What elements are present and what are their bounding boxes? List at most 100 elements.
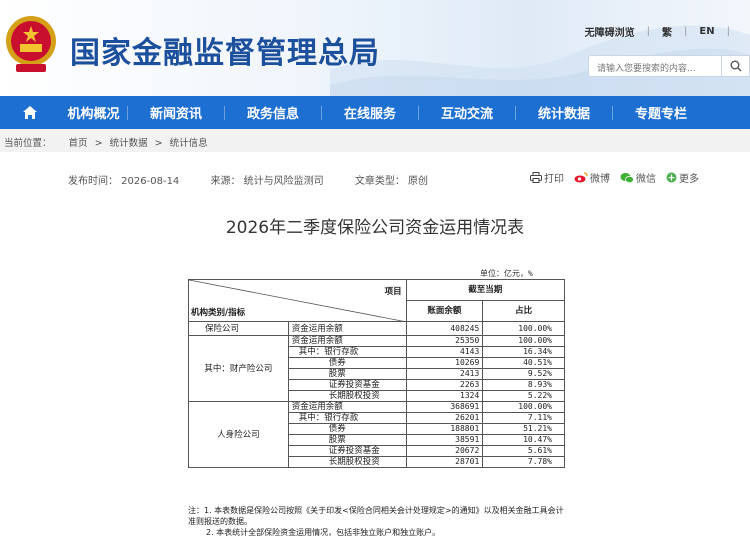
row-value: 25350 [405, 335, 484, 347]
search-icon [730, 60, 742, 72]
share-bar: 打印 微博 微信 更多 [530, 170, 699, 185]
category-property: 其中：财产险公司 [188, 335, 289, 402]
link-separator: | [726, 26, 730, 37]
site-title[interactable]: 国家金融监督管理总局 [70, 28, 380, 72]
row-share: 9.52% [482, 368, 565, 380]
top-links: 无障碍浏览 | 繁 | EN | [585, 24, 742, 39]
row-value: 1324 [405, 390, 484, 402]
breadcrumb-home[interactable]: 首页 [69, 138, 88, 149]
search-button[interactable] [722, 55, 750, 77]
breadcrumb-label: 当前位置： [4, 138, 52, 149]
nav-item-interaction[interactable]: 互动交流 [419, 103, 515, 122]
accessibility-link[interactable]: 无障碍浏览 [585, 24, 635, 39]
weibo-label: 微博 [590, 174, 610, 185]
row-share: 40.51% [482, 357, 565, 369]
link-separator: | [684, 26, 688, 37]
table-notes: 注：1. 本表数据是保险公司按照《关于印发<保险合同相关会计处理规定>的通知》以… [188, 505, 568, 538]
more-share-button[interactable]: 更多 [666, 170, 699, 185]
row-label: 其中：银行存款 [287, 412, 407, 424]
note-1: 注：1. 本表数据是保险公司按照《关于印发<保险合同相关会计处理规定>的通知》以… [188, 506, 564, 526]
row-value: 408245 [405, 321, 484, 336]
nav-item-news[interactable]: 新闻资讯 [128, 103, 224, 122]
home-button[interactable] [0, 105, 60, 120]
row-value: 26201 [405, 412, 484, 424]
row-value: 188801 [405, 423, 484, 435]
row-share: 5.22% [482, 390, 565, 402]
fund-utilization-table: 项目 机构类别/指标 截至当期 账面余额 占比 保险公司 资金运用余额 4082… [188, 279, 566, 468]
row-label: 债券 [287, 423, 407, 435]
row-share: 5.61% [482, 445, 565, 457]
header-item: 项目 [384, 287, 402, 297]
article-source: 来源： 统计与风险监测司 [210, 176, 324, 187]
weibo-icon [574, 172, 588, 183]
row-label: 其中：银行存款 [287, 346, 407, 358]
table-unit: 单位：亿元，% [480, 269, 533, 278]
national-emblem-icon [6, 16, 56, 72]
nav-item-topics[interactable]: 专题专栏 [613, 103, 709, 122]
traditional-chinese-link[interactable]: 繁 [662, 24, 672, 39]
row-value: 38591 [405, 434, 484, 446]
breadcrumb-statistics[interactable]: 统计数据 [110, 138, 148, 149]
english-link[interactable]: EN [699, 26, 714, 37]
main-nav: 机构概况 新闻资讯 政务信息 在线服务 互动交流 统计数据 专题专栏 [0, 96, 750, 129]
row-share: 16.34% [482, 346, 565, 358]
row-label: 债券 [287, 357, 407, 369]
document-title: 2026年二季度保险公司资金运用情况表 [225, 218, 525, 238]
link-separator: | [646, 26, 651, 37]
row-value: 20672 [405, 445, 484, 457]
row-value: 2413 [405, 368, 484, 380]
nav-item-about[interactable]: 机构概况 [60, 103, 127, 122]
table-row: 人身险公司 资金运用余额 368691 100.00% [188, 401, 565, 468]
breadcrumb-stat-info[interactable]: 统计信息 [170, 138, 208, 149]
header-balance: 账面余额 [405, 300, 484, 322]
printer-icon [530, 172, 542, 183]
home-icon [23, 106, 37, 119]
more-label: 更多 [679, 174, 699, 185]
row-share: 7.11% [482, 412, 565, 424]
row-value: 4143 [405, 346, 484, 358]
plus-icon [666, 172, 677, 183]
row-label: 长期股权投资 [287, 456, 407, 468]
header-category: 机构类别/指标 [191, 308, 246, 318]
wechat-icon [620, 172, 634, 183]
row-value: 368691 [405, 401, 484, 413]
row-share: 100.00% [482, 401, 565, 413]
category-life: 人身险公司 [188, 401, 289, 468]
header-banner: 国家金融监督管理总局 无障碍浏览 | 繁 | EN | 请输入您要搜索的内容..… [0, 0, 750, 96]
breadcrumb-separator: > [154, 138, 163, 149]
row-label: 证券投资基金 [287, 379, 407, 391]
row-value: 10269 [405, 357, 484, 369]
wechat-label: 微信 [636, 174, 656, 185]
row-label: 资金运用余额 [287, 335, 407, 347]
breadcrumb: 当前位置： 首页 > 统计数据 > 统计信息 [0, 129, 750, 152]
publish-time: 发布时间： 2026-08-14 [68, 176, 180, 187]
row-share: 100.00% [482, 321, 565, 336]
banner-decoration [330, 25, 750, 96]
weibo-button[interactable]: 微博 [574, 170, 610, 185]
row-label: 股票 [287, 368, 407, 380]
nav-item-statistics[interactable]: 统计数据 [516, 103, 612, 122]
print-label: 打印 [544, 174, 564, 185]
row-value: 28701 [405, 456, 484, 468]
table-corner-header: 项目 机构类别/指标 [188, 279, 407, 322]
row-label: 股票 [287, 434, 407, 446]
print-button[interactable]: 打印 [530, 170, 564, 185]
category-insurer: 保险公司 [188, 321, 289, 336]
nav-item-government[interactable]: 政务信息 [225, 103, 321, 122]
row-share: 7.78% [482, 456, 565, 468]
article-type: 文章类型： 原创 [354, 176, 429, 187]
table-row: 其中：财产险公司 资金运用余额 25350 100.00% [188, 335, 565, 402]
search-input[interactable]: 请输入您要搜索的内容... [588, 55, 722, 77]
row-label: 资金运用余额 [287, 321, 407, 336]
row-share: 51.21% [482, 423, 565, 435]
article-meta: 发布时间： 2026-08-14 来源： 统计与风险监测司 文章类型： 原创 [68, 172, 456, 187]
breadcrumb-separator: > [94, 138, 103, 149]
row-label: 证券投资基金 [287, 445, 407, 457]
row-label: 资金运用余额 [287, 401, 407, 413]
header-share: 占比 [482, 300, 565, 322]
table-row: 保险公司 资金运用余额 408245 100.00% [188, 321, 565, 336]
row-share: 100.00% [482, 335, 565, 347]
nav-item-services[interactable]: 在线服务 [322, 103, 418, 122]
wechat-button[interactable]: 微信 [620, 170, 656, 185]
row-share: 10.47% [482, 434, 565, 446]
